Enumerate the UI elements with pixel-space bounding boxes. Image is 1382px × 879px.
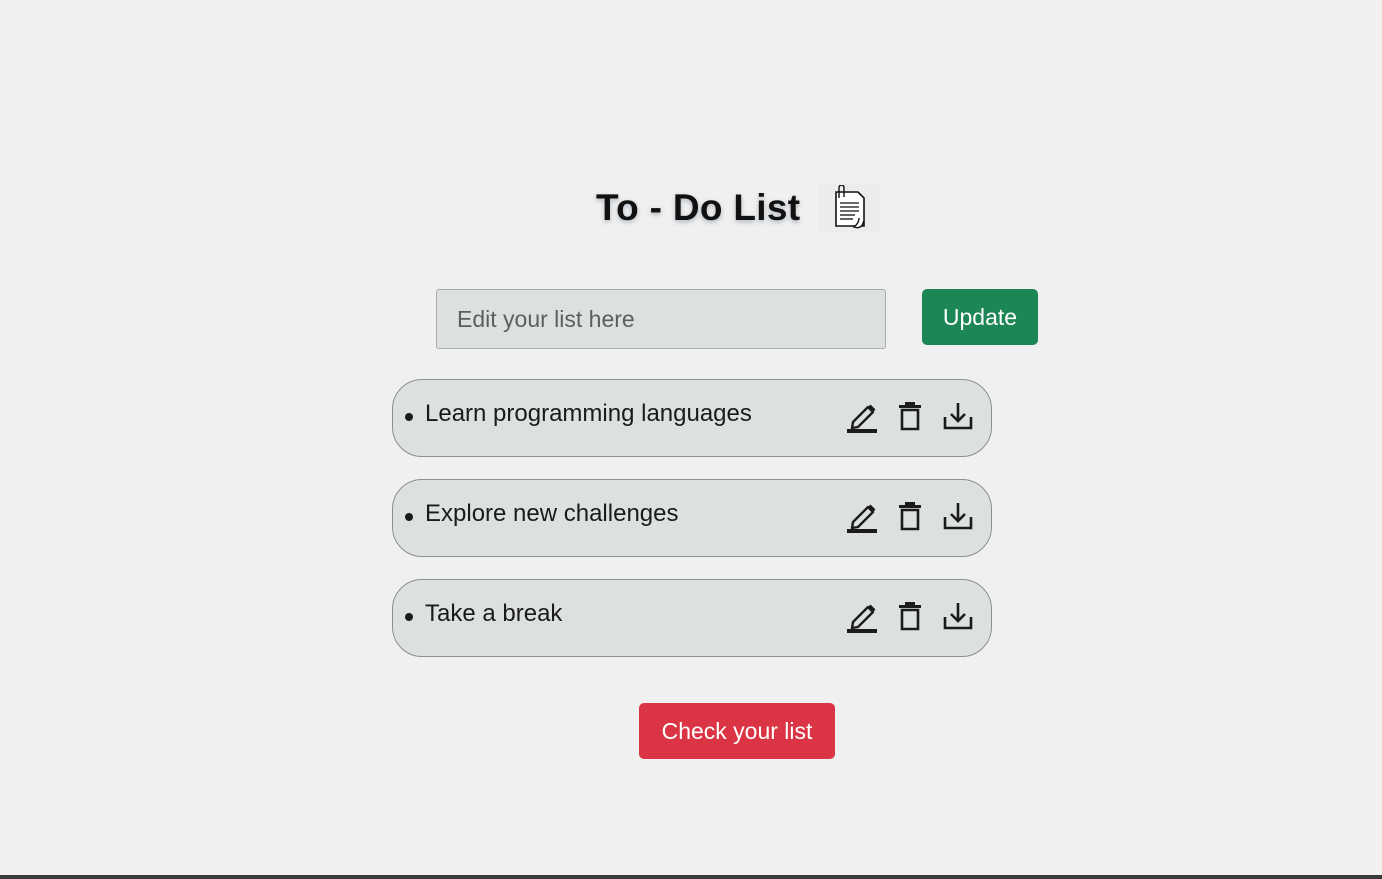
edit-list-input[interactable] [436, 289, 886, 349]
update-button[interactable]: Update [922, 289, 1038, 345]
check-list-button[interactable]: Check your list [639, 703, 835, 759]
bullet-icon [405, 613, 413, 621]
bullet-icon [405, 413, 413, 421]
trash-icon[interactable] [893, 397, 927, 435]
todo-item-text: Take a break [425, 600, 563, 627]
page-header: To - Do List [596, 182, 881, 234]
trash-icon[interactable] [893, 597, 927, 635]
todo-list: Learn programming languages Explore new … [392, 379, 992, 679]
download-icon[interactable] [941, 497, 975, 535]
edit-icon[interactable] [845, 397, 879, 435]
download-icon[interactable] [941, 397, 975, 435]
page-title: To - Do List [596, 187, 801, 228]
todo-item: Learn programming languages [392, 379, 992, 457]
notepad-icon [818, 184, 881, 232]
bullet-icon [405, 513, 413, 521]
todo-item-text: Learn programming languages [425, 400, 752, 427]
bottom-border [0, 875, 1382, 879]
download-icon[interactable] [941, 597, 975, 635]
todo-item: Explore new challenges [392, 479, 992, 557]
trash-icon[interactable] [893, 497, 927, 535]
edit-icon[interactable] [845, 597, 879, 635]
edit-icon[interactable] [845, 497, 879, 535]
todo-item-text: Explore new challenges [425, 500, 679, 527]
todo-item: Take a break [392, 579, 992, 657]
